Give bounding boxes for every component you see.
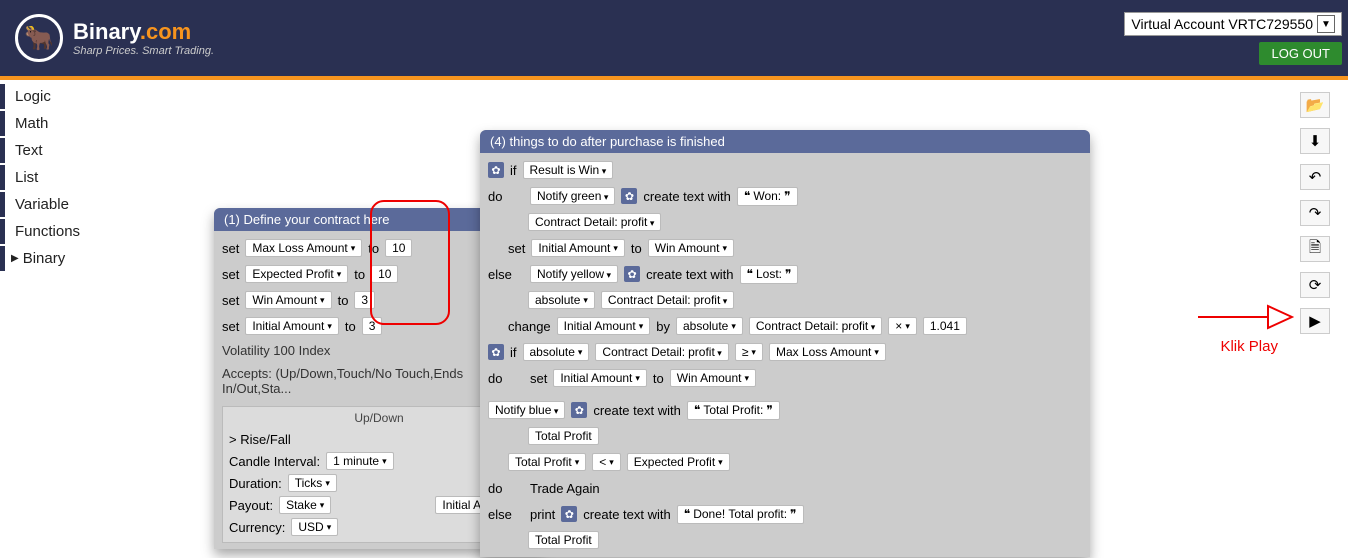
account-label: Virtual Account VRTC729550 bbox=[1131, 16, 1313, 32]
open-icon[interactable]: 📂 bbox=[1300, 92, 1330, 118]
total-profit-ref-3[interactable]: Total Profit bbox=[528, 531, 599, 549]
var-initial-amount[interactable]: Initial Amount bbox=[245, 317, 339, 335]
sidebar-item-logic[interactable]: Logic bbox=[0, 84, 102, 109]
total-profit-ref[interactable]: Total Profit bbox=[528, 427, 599, 445]
logout-button[interactable]: LOG OUT bbox=[1259, 42, 1342, 65]
absolute-fn-2[interactable]: absolute bbox=[676, 317, 743, 335]
gear-icon[interactable]: ✿ bbox=[561, 506, 577, 522]
contract-detail-profit[interactable]: Contract Detail: profit bbox=[528, 213, 661, 231]
contract-detail-profit-3[interactable]: Contract Detail: profit bbox=[749, 317, 882, 335]
sidebar-item-binary[interactable]: Binary bbox=[0, 246, 102, 271]
app-header: 🐂 Binary.com Sharp Prices. Smart Trading… bbox=[0, 0, 1348, 80]
contract-detail-profit-2[interactable]: Contract Detail: profit bbox=[601, 291, 734, 309]
val-max-loss[interactable]: 10 bbox=[385, 239, 412, 257]
notify-green[interactable]: Notify green bbox=[530, 187, 615, 205]
category-sidebar: Logic Math Text List Variable Functions … bbox=[0, 84, 102, 273]
op-lt[interactable]: < bbox=[592, 453, 621, 471]
account-select[interactable]: Virtual Account VRTC729550 ▼ bbox=[1124, 12, 1342, 36]
expected-profit-ref[interactable]: Expected Profit bbox=[627, 453, 730, 471]
logo: 🐂 Binary.com Sharp Prices. Smart Trading… bbox=[15, 14, 214, 62]
doc-icon[interactable]: 🗎 bbox=[1300, 236, 1330, 262]
val-expected-profit[interactable]: 10 bbox=[371, 265, 398, 283]
gear-icon[interactable]: ✿ bbox=[488, 162, 504, 178]
sidebar-item-text[interactable]: Text bbox=[0, 138, 102, 163]
gear-icon[interactable]: ✿ bbox=[571, 402, 587, 418]
panel2-title: (4) things to do after purchase is finis… bbox=[480, 130, 1090, 153]
annotation-text: Klik Play bbox=[1220, 338, 1278, 355]
undo-icon[interactable]: ↶ bbox=[1300, 164, 1330, 190]
play-icon[interactable]: ▶ bbox=[1300, 308, 1330, 334]
var-win-amount[interactable]: Win Amount bbox=[245, 291, 331, 309]
set-initial-amount-2[interactable]: Initial Amount bbox=[553, 369, 647, 387]
currency[interactable]: USD bbox=[291, 518, 338, 536]
result-is[interactable]: Result is Win bbox=[523, 161, 614, 179]
op-gte[interactable]: ≥ bbox=[735, 343, 763, 361]
brand-main: Binary bbox=[73, 19, 140, 44]
win-amount-ref-2[interactable]: Win Amount bbox=[670, 369, 756, 387]
change-initial-amount[interactable]: Initial Amount bbox=[557, 317, 651, 335]
chevron-down-icon: ▼ bbox=[1317, 15, 1335, 33]
logo-icon: 🐂 bbox=[15, 14, 63, 62]
notify-blue[interactable]: Notify blue bbox=[488, 401, 565, 419]
brand-suffix: .com bbox=[140, 19, 191, 44]
redo-icon[interactable]: ↷ bbox=[1300, 200, 1330, 226]
candle-interval[interactable]: 1 minute bbox=[326, 452, 394, 470]
download-icon[interactable]: ⬇ bbox=[1300, 128, 1330, 154]
sync-icon[interactable]: ⟳ bbox=[1300, 272, 1330, 298]
total-profit-ref-2[interactable]: Total Profit bbox=[508, 453, 586, 471]
win-amount-ref[interactable]: Win Amount bbox=[648, 239, 734, 257]
set-initial-amount[interactable]: Initial Amount bbox=[531, 239, 625, 257]
absolute-fn-3[interactable]: absolute bbox=[523, 343, 590, 361]
annotation-arrow-icon bbox=[1194, 300, 1294, 334]
gear-icon[interactable]: ✿ bbox=[488, 344, 504, 360]
op-times[interactable]: × bbox=[888, 317, 917, 335]
text-won[interactable]: ❝ Won: ❞ bbox=[737, 187, 798, 206]
sidebar-item-list[interactable]: List bbox=[0, 165, 102, 190]
text-lost[interactable]: ❝ Lost: ❞ bbox=[740, 265, 799, 284]
panel-after-purchase[interactable]: (4) things to do after purchase is finis… bbox=[480, 130, 1090, 557]
absolute-fn[interactable]: absolute bbox=[528, 291, 595, 309]
right-toolbar: 📂 ⬇ ↶ ↷ 🗎 ⟳ ▶ bbox=[1300, 92, 1330, 334]
var-max-loss[interactable]: Max Loss Amount bbox=[245, 239, 362, 257]
notify-yellow[interactable]: Notify yellow bbox=[530, 265, 618, 283]
sidebar-item-variable[interactable]: Variable bbox=[0, 192, 102, 217]
text-done[interactable]: ❝ Done! Total profit: ❞ bbox=[677, 505, 804, 524]
val-win-amount[interactable]: 3 bbox=[354, 291, 375, 309]
factor-value[interactable]: 1.041 bbox=[923, 317, 967, 335]
gear-icon[interactable]: ✿ bbox=[621, 188, 637, 204]
payout-type[interactable]: Stake bbox=[279, 496, 331, 514]
contract-detail-profit-4[interactable]: Contract Detail: profit bbox=[595, 343, 728, 361]
max-loss-ref[interactable]: Max Loss Amount bbox=[769, 343, 886, 361]
text-total-profit[interactable]: ❝ Total Profit: ❞ bbox=[687, 401, 780, 420]
tagline: Sharp Prices. Smart Trading. bbox=[73, 45, 214, 57]
var-expected-profit[interactable]: Expected Profit bbox=[245, 265, 348, 283]
sidebar-item-math[interactable]: Math bbox=[0, 111, 102, 136]
sidebar-item-functions[interactable]: Functions bbox=[0, 219, 102, 244]
gear-icon[interactable]: ✿ bbox=[624, 266, 640, 282]
val-initial-amount[interactable]: 3 bbox=[362, 317, 383, 335]
duration-type[interactable]: Ticks bbox=[288, 474, 337, 492]
